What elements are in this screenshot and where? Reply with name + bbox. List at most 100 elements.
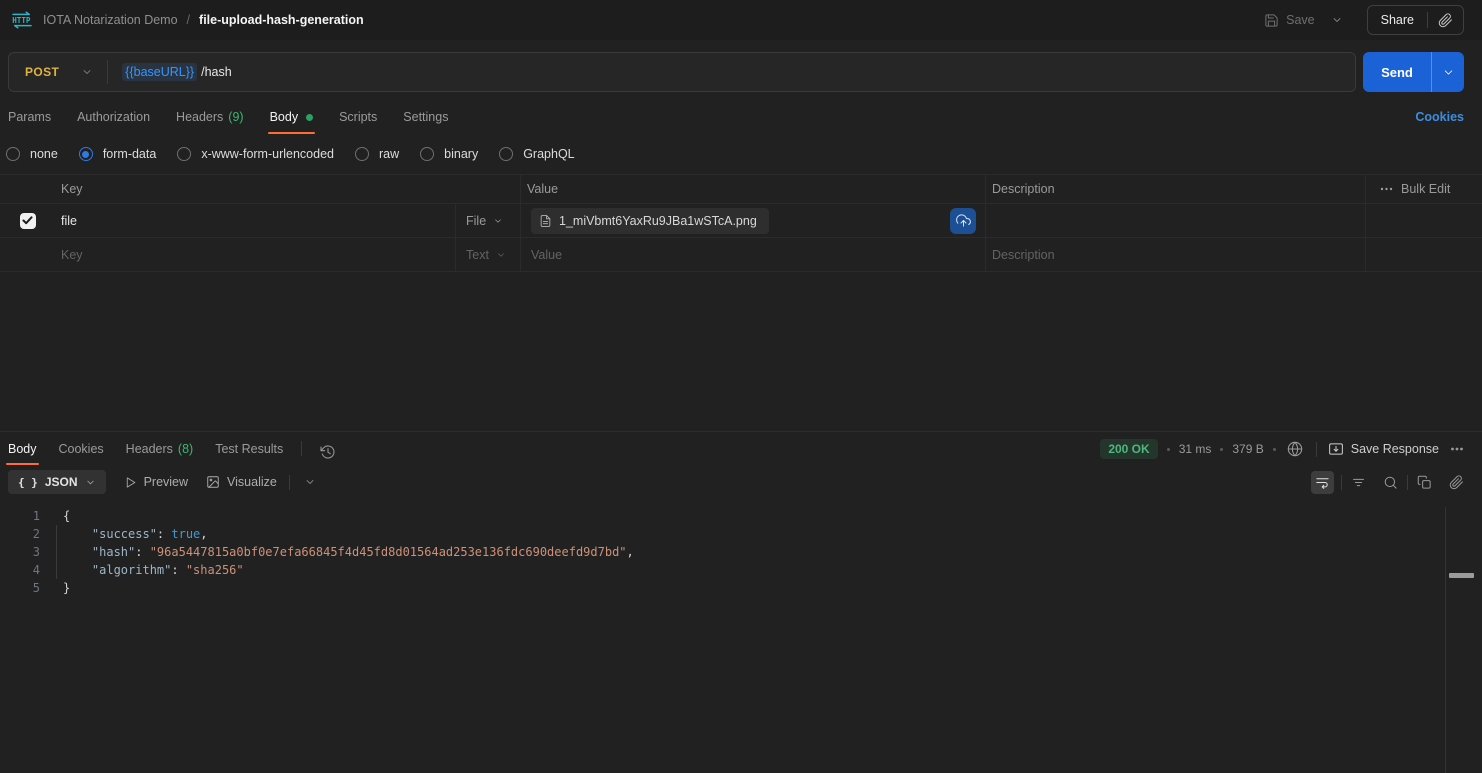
request-bar: POST {{baseURL}} /hash Send <box>0 40 1482 92</box>
response-time[interactable]: 31 ms <box>1179 442 1212 456</box>
description-input[interactable]: Description <box>985 238 1365 271</box>
cookies-link[interactable]: Cookies <box>1415 110 1464 134</box>
table-row: file File 1_miVbmt6YaxRu9JBa1wSTcA.png <box>0 204 1482 238</box>
row-enabled-checkbox[interactable] <box>20 213 36 229</box>
http-request-icon: HTTP <box>10 11 34 29</box>
file-chip[interactable]: 1_miVbmt6YaxRu9JBa1wSTcA.png <box>531 208 769 234</box>
save-button[interactable]: Save <box>1264 13 1315 28</box>
copy-button[interactable] <box>1415 473 1434 492</box>
radio-x-www-form-urlencoded[interactable]: x-www-form-urlencoded <box>177 147 334 161</box>
radio-icon <box>355 147 369 161</box>
response-body-editor[interactable]: 1{2 "success": true,3 "hash": "96a544781… <box>0 499 1482 773</box>
send-options-button[interactable] <box>1432 52 1464 92</box>
status-badge[interactable]: 200 OK <box>1100 439 1157 459</box>
app-root: HTTP IOTA Notarization Demo / file-uploa… <box>0 0 1482 773</box>
paperclip-icon <box>1449 475 1464 490</box>
file-icon <box>539 214 552 228</box>
code-line: 5} <box>0 579 1445 597</box>
value-type-selector[interactable]: Text <box>455 238 520 271</box>
response-history-button[interactable] <box>320 444 336 460</box>
dots-icon <box>1380 186 1393 192</box>
response-toolbar: { } JSON Preview Visualize <box>0 465 1482 499</box>
filter-button[interactable] <box>1349 473 1368 492</box>
response-tab-cookies[interactable]: Cookies <box>59 442 104 465</box>
description-cell[interactable] <box>985 204 1365 237</box>
tab-scripts[interactable]: Scripts <box>339 110 377 134</box>
tab-authorization[interactable]: Authorization <box>77 110 150 134</box>
response-tab-test-results[interactable]: Test Results <box>215 442 283 465</box>
svg-text:HTTP: HTTP <box>12 16 31 25</box>
method-label: POST <box>25 65 59 79</box>
tab-settings[interactable]: Settings <box>403 110 448 134</box>
scrollbar-thumb[interactable] <box>1449 573 1474 578</box>
share-group: Share <box>1367 5 1464 35</box>
response-tabs: Body Cookies Headers(8) Test Results 200… <box>0 432 1482 465</box>
image-icon <box>206 475 220 489</box>
request-tabs: Params Authorization Headers(9) Body Scr… <box>0 106 1482 134</box>
url-variable-chip: {{baseURL}} <box>122 63 197 81</box>
radio-icon <box>177 147 191 161</box>
send-button[interactable]: Send <box>1363 52 1432 92</box>
radio-form-data[interactable]: form-data <box>79 147 157 161</box>
preview-button[interactable]: Preview <box>124 475 188 489</box>
radio-graphql[interactable]: GraphQL <box>499 147 574 161</box>
response-tab-headers[interactable]: Headers(8) <box>126 442 194 465</box>
response-tab-body[interactable]: Body <box>8 442 37 465</box>
divider <box>301 441 302 456</box>
editor-scrollbar[interactable] <box>1445 507 1482 773</box>
globe-icon <box>1287 441 1303 457</box>
divider <box>1316 442 1317 457</box>
copy-link-button[interactable] <box>1428 13 1463 28</box>
save-response-button[interactable]: Save Response <box>1328 442 1439 456</box>
link-button[interactable] <box>1447 473 1466 492</box>
response-panel: Body Cookies Headers(8) Test Results 200… <box>0 431 1482 773</box>
format-options-button[interactable] <box>302 474 318 490</box>
tab-body[interactable]: Body <box>270 110 314 134</box>
method-selector[interactable]: POST <box>9 65 107 79</box>
response-meta: 200 OK 31 ms 379 B Save Response <box>1100 439 1466 465</box>
divider <box>1341 475 1342 490</box>
share-button[interactable]: Share <box>1368 13 1427 27</box>
key-cell[interactable]: file <box>55 204 455 237</box>
visualize-button[interactable]: Visualize <box>206 475 277 489</box>
value-input[interactable]: Value <box>520 238 985 271</box>
value-type-selector[interactable]: File <box>455 204 520 237</box>
upload-file-button[interactable] <box>950 208 976 234</box>
check-icon <box>22 216 33 225</box>
more-options-button[interactable] <box>1448 444 1466 454</box>
breadcrumb: HTTP IOTA Notarization Demo / file-uploa… <box>10 11 364 29</box>
response-format-selector[interactable]: { } JSON <box>8 470 106 494</box>
chevron-down-icon <box>81 66 93 78</box>
network-info-button[interactable] <box>1285 439 1305 459</box>
url-path: /hash <box>201 65 232 79</box>
breadcrumb-collection[interactable]: IOTA Notarization Demo <box>43 13 178 27</box>
column-header-key: Key <box>61 182 83 196</box>
table-header-row: Key Value Description Bulk Edit <box>0 175 1482 204</box>
play-icon <box>124 476 137 489</box>
bulk-edit-button[interactable]: Bulk Edit <box>1365 175 1482 203</box>
dot-separator <box>1220 448 1223 451</box>
tab-params[interactable]: Params <box>8 110 51 134</box>
code-line: 4 "algorithm": "sha256" <box>0 561 1445 579</box>
radio-raw[interactable]: raw <box>355 147 399 161</box>
floppy-icon <box>1264 13 1279 28</box>
search-button[interactable] <box>1381 473 1400 492</box>
key-input[interactable]: Key <box>55 238 455 271</box>
dot-separator <box>1167 448 1170 451</box>
save-options-button[interactable] <box>1325 12 1349 28</box>
radio-none[interactable]: none <box>6 147 58 161</box>
url-box: POST {{baseURL}} /hash <box>8 52 1356 92</box>
url-input[interactable]: {{baseURL}} /hash <box>108 53 1355 91</box>
history-clock-icon <box>320 444 336 460</box>
filter-icon <box>1351 475 1366 490</box>
editor-tools <box>1311 471 1466 494</box>
tab-headers[interactable]: Headers(9) <box>176 110 244 134</box>
radio-binary[interactable]: binary <box>420 147 478 161</box>
response-size[interactable]: 379 B <box>1232 442 1263 456</box>
radio-icon <box>6 147 20 161</box>
paperclip-icon <box>1438 13 1453 28</box>
column-header-value: Value <box>527 182 558 196</box>
column-header-description: Description <box>992 182 1055 196</box>
search-icon <box>1383 475 1398 490</box>
wrap-text-button[interactable] <box>1311 471 1334 494</box>
